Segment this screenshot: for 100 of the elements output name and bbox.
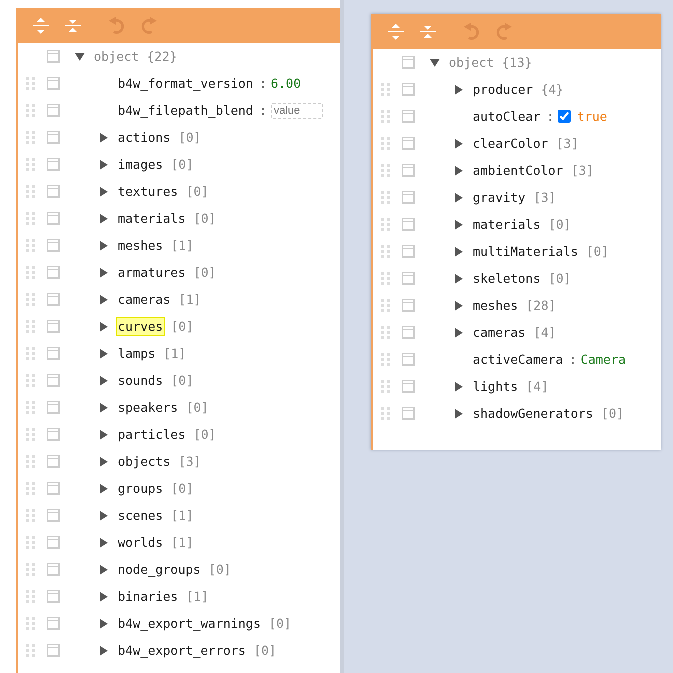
row-select-icon[interactable] bbox=[47, 590, 60, 603]
row-select-icon[interactable] bbox=[402, 272, 415, 285]
node-key[interactable]: clearColor bbox=[471, 134, 550, 153]
field-value[interactable]: Camera bbox=[580, 352, 626, 367]
row-select-icon[interactable] bbox=[47, 266, 60, 279]
caret-right-icon[interactable] bbox=[99, 214, 109, 224]
node-key[interactable]: gravity bbox=[471, 188, 528, 207]
row-select-icon[interactable] bbox=[402, 353, 415, 366]
caret-right-icon[interactable] bbox=[99, 348, 109, 358]
node-key[interactable]: meshes bbox=[116, 236, 166, 255]
node-key[interactable]: node_groups bbox=[116, 560, 203, 579]
caret-right-icon[interactable] bbox=[99, 240, 109, 250]
field-key[interactable]: autoClear bbox=[471, 107, 543, 126]
row-select-icon[interactable] bbox=[47, 185, 60, 198]
drag-handle-icon[interactable] bbox=[26, 536, 36, 549]
drag-handle-icon[interactable] bbox=[26, 347, 36, 360]
row-select-icon[interactable] bbox=[402, 218, 415, 231]
root-key[interactable]: object bbox=[447, 53, 496, 72]
drag-handle-icon[interactable] bbox=[26, 482, 36, 495]
row-select-icon[interactable] bbox=[47, 536, 60, 549]
field-value[interactable]: 6.00 bbox=[271, 76, 302, 91]
caret-right-icon[interactable] bbox=[454, 382, 464, 392]
drag-handle-icon[interactable] bbox=[26, 158, 36, 171]
row-select-icon[interactable] bbox=[47, 617, 60, 630]
root-key[interactable]: object bbox=[92, 47, 142, 66]
node-key[interactable]: worlds bbox=[116, 533, 166, 552]
drag-handle-icon[interactable] bbox=[381, 164, 391, 177]
node-key[interactable]: textures bbox=[116, 182, 180, 201]
caret-right-icon[interactable] bbox=[454, 246, 464, 256]
caret-right-icon[interactable] bbox=[99, 484, 109, 494]
drag-handle-icon[interactable] bbox=[26, 266, 36, 279]
node-key[interactable]: materials bbox=[471, 215, 543, 234]
row-select-icon[interactable] bbox=[47, 563, 60, 576]
drag-handle-icon[interactable] bbox=[26, 239, 36, 252]
drag-handle-icon[interactable] bbox=[26, 374, 36, 387]
node-key[interactable]: armatures bbox=[116, 263, 188, 282]
caret-right-icon[interactable] bbox=[454, 166, 464, 176]
node-key[interactable]: b4w_export_warnings bbox=[116, 614, 263, 633]
caret-right-icon[interactable] bbox=[99, 430, 109, 440]
drag-handle-icon[interactable] bbox=[381, 218, 391, 231]
caret-right-icon[interactable] bbox=[454, 408, 464, 418]
drag-handle-icon[interactable] bbox=[26, 320, 36, 333]
row-select-icon[interactable] bbox=[47, 131, 60, 144]
row-select-icon[interactable] bbox=[47, 644, 60, 657]
node-key[interactable]: ambientColor bbox=[471, 161, 566, 180]
node-key[interactable]: scenes bbox=[116, 506, 166, 525]
row-select-icon[interactable] bbox=[402, 110, 415, 123]
node-key[interactable]: materials bbox=[116, 209, 188, 228]
node-key[interactable]: images bbox=[116, 155, 166, 174]
node-key[interactable]: binaries bbox=[116, 587, 180, 606]
drag-handle-icon[interactable] bbox=[26, 293, 36, 306]
row-select-icon[interactable] bbox=[402, 407, 415, 420]
drag-handle-icon[interactable] bbox=[381, 407, 391, 420]
caret-right-icon[interactable] bbox=[99, 160, 109, 170]
caret-right-icon[interactable] bbox=[99, 132, 109, 142]
drag-handle-icon[interactable] bbox=[26, 563, 36, 576]
node-key[interactable]: groups bbox=[116, 479, 166, 498]
drag-handle-icon[interactable] bbox=[381, 110, 391, 123]
row-select-icon[interactable] bbox=[402, 83, 415, 96]
caret-right-icon[interactable] bbox=[99, 322, 109, 332]
row-select-icon[interactable] bbox=[47, 104, 60, 117]
row-select-icon[interactable] bbox=[402, 299, 415, 312]
row-select-icon[interactable] bbox=[47, 293, 60, 306]
row-select-icon[interactable] bbox=[402, 164, 415, 177]
caret-right-icon[interactable] bbox=[99, 376, 109, 386]
row-select-icon[interactable] bbox=[47, 320, 60, 333]
node-key[interactable]: shadowGenerators bbox=[471, 404, 596, 423]
drag-handle-icon[interactable] bbox=[381, 326, 391, 339]
drag-handle-icon[interactable] bbox=[26, 455, 36, 468]
caret-right-icon[interactable] bbox=[99, 618, 109, 628]
row-select-icon[interactable] bbox=[47, 158, 60, 171]
row-select-icon[interactable] bbox=[402, 245, 415, 258]
node-key[interactable]: skeletons bbox=[471, 269, 543, 288]
caret-right-icon[interactable] bbox=[99, 538, 109, 548]
drag-handle-icon[interactable] bbox=[26, 131, 36, 144]
drag-handle-icon[interactable] bbox=[381, 272, 391, 285]
drag-handle-icon[interactable] bbox=[26, 104, 36, 117]
node-key[interactable]: objects bbox=[116, 452, 173, 471]
row-select-icon[interactable] bbox=[47, 509, 60, 522]
node-key[interactable]: cameras bbox=[471, 323, 528, 342]
caret-right-icon[interactable] bbox=[454, 220, 464, 230]
row-select-icon[interactable] bbox=[47, 77, 60, 90]
caret-right-icon[interactable] bbox=[99, 456, 109, 466]
caret-right-icon[interactable] bbox=[99, 646, 109, 656]
caret-right-icon[interactable] bbox=[99, 402, 109, 412]
row-select-icon[interactable] bbox=[47, 347, 60, 360]
caret-right-icon[interactable] bbox=[454, 192, 464, 202]
node-key[interactable]: speakers bbox=[116, 398, 180, 417]
caret-down-icon[interactable] bbox=[430, 58, 440, 68]
caret-right-icon[interactable] bbox=[99, 186, 109, 196]
caret-right-icon[interactable] bbox=[99, 294, 109, 304]
drag-handle-icon[interactable] bbox=[26, 185, 36, 198]
caret-right-icon[interactable] bbox=[99, 510, 109, 520]
value-checkbox[interactable] bbox=[558, 110, 572, 123]
caret-right-icon[interactable] bbox=[454, 138, 464, 148]
caret-right-icon[interactable] bbox=[99, 592, 109, 602]
caret-right-icon[interactable] bbox=[99, 564, 109, 574]
caret-down-icon[interactable] bbox=[75, 52, 85, 62]
row-select-icon[interactable] bbox=[47, 374, 60, 387]
node-key[interactable]: actions bbox=[116, 128, 173, 147]
